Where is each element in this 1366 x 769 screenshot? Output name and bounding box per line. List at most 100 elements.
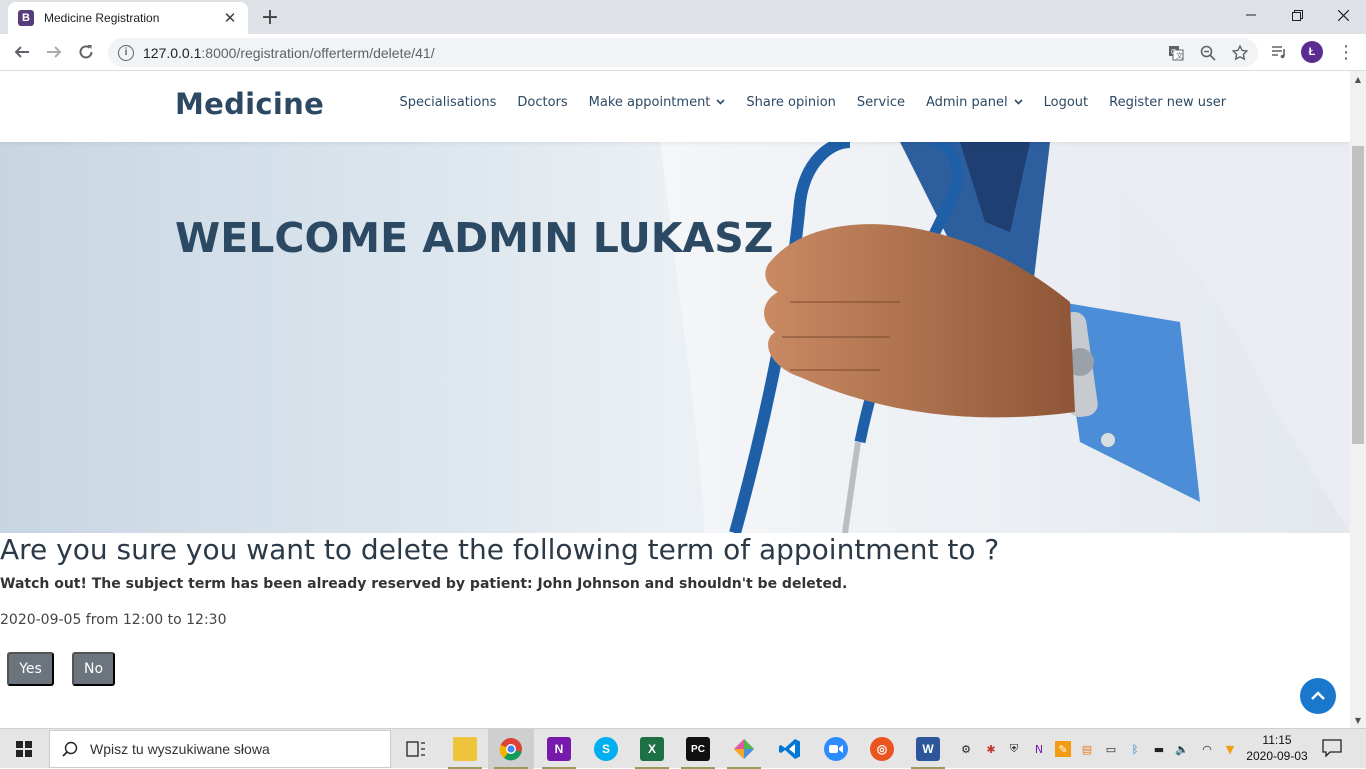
menu-label: Admin panel bbox=[925, 95, 1008, 110]
welcome-heading: WELCOME ADMIN LUKASZ bbox=[175, 214, 774, 262]
menu-logout[interactable]: Logout bbox=[1033, 95, 1099, 110]
bluetooth-icon[interactable]: ᛒ bbox=[1127, 741, 1143, 757]
ubuntu-icon: ◎ bbox=[870, 737, 894, 761]
back-to-top-button[interactable] bbox=[1300, 678, 1336, 714]
page-viewport: Medicine Specialisations Doctors Make ap… bbox=[0, 71, 1350, 728]
taskbar-word[interactable]: W bbox=[905, 729, 951, 769]
taskbar-vscode[interactable] bbox=[767, 729, 813, 769]
new-tab-button[interactable]: + bbox=[258, 5, 282, 30]
zoom-camera-icon bbox=[824, 737, 848, 761]
scrollbar-thumb[interactable] bbox=[1352, 146, 1364, 444]
site-logo[interactable]: Medicine bbox=[175, 87, 324, 121]
forward-button[interactable] bbox=[42, 40, 66, 64]
taskbar-chrome[interactable] bbox=[488, 729, 534, 769]
browser-tabstrip: B Medicine Registration ✕ + bbox=[0, 0, 1366, 34]
browser-tab[interactable]: B Medicine Registration ✕ bbox=[8, 2, 248, 34]
taskbar-zoom[interactable] bbox=[813, 729, 859, 769]
menu-service[interactable]: Service bbox=[846, 95, 915, 110]
yes-button[interactable]: Yes bbox=[7, 652, 54, 686]
taskbar-pycharm[interactable]: PC bbox=[675, 729, 721, 769]
search-icon bbox=[62, 741, 78, 757]
skype-icon: S bbox=[594, 737, 618, 761]
taskbar-clock[interactable]: 11:15 2020-09-03 bbox=[1240, 732, 1314, 764]
menu-specialisations[interactable]: Specialisations bbox=[389, 95, 507, 110]
vscode-icon bbox=[779, 739, 800, 759]
media-controls-button[interactable] bbox=[1267, 40, 1291, 64]
taskbar-skype[interactable]: S bbox=[583, 729, 629, 769]
menu-label: Make appointment bbox=[588, 95, 711, 110]
tray-monitor-icon[interactable]: ▭ bbox=[1103, 741, 1119, 757]
menu-admin-panel[interactable]: Admin panel bbox=[915, 95, 1033, 110]
browser-menu-icon[interactable]: ⋮ bbox=[1336, 40, 1356, 64]
menu-label: Doctors bbox=[517, 95, 568, 110]
taskbar-app-diamond[interactable] bbox=[721, 729, 767, 769]
page-scrollbar[interactable]: ▲ ▼ bbox=[1350, 71, 1366, 728]
profile-avatar[interactable]: Ł bbox=[1301, 41, 1323, 63]
translate-icon[interactable]: G文 bbox=[1167, 44, 1185, 62]
task-view-button[interactable] bbox=[393, 729, 439, 769]
menu-register-new-user[interactable]: Register new user bbox=[1099, 95, 1237, 110]
tray-archive-icon[interactable]: ▤ bbox=[1079, 741, 1095, 757]
close-icon bbox=[1337, 9, 1349, 21]
battery-icon[interactable]: ▬ bbox=[1151, 741, 1167, 757]
url-text: 127.0.0.1:8000/registration/offerterm/de… bbox=[143, 45, 435, 61]
task-view-icon bbox=[406, 741, 425, 757]
menu-label: Service bbox=[856, 95, 905, 110]
diamond-app-icon bbox=[734, 739, 754, 759]
tray-security-icon[interactable]: ⛨ bbox=[1006, 741, 1022, 757]
address-bar[interactable]: i 127.0.0.1:8000/registration/offerterm/… bbox=[108, 38, 1258, 67]
chevron-down-icon bbox=[716, 98, 725, 108]
taskbar-search-box[interactable]: Wpisz tu wyszukiwane słowa bbox=[49, 730, 391, 768]
tray-onenote-icon[interactable]: N bbox=[1031, 741, 1047, 757]
menu-make-appointment[interactable]: Make appointment bbox=[578, 95, 736, 110]
info-icon[interactable]: i bbox=[118, 44, 134, 61]
tab-close-icon[interactable]: ✕ bbox=[222, 9, 238, 27]
taskbar-excel[interactable]: X bbox=[629, 729, 675, 769]
clock-time: 11:15 bbox=[1262, 733, 1292, 747]
arrow-left-icon bbox=[14, 46, 29, 58]
pycharm-icon: PC bbox=[686, 737, 710, 761]
playlist-icon bbox=[1272, 46, 1285, 59]
svg-text:文: 文 bbox=[1176, 51, 1183, 60]
scroll-up-icon[interactable]: ▲ bbox=[1350, 71, 1366, 87]
delete-confirmation-question: Are you sure you want to delete the foll… bbox=[0, 533, 1000, 566]
taskbar-file-explorer[interactable] bbox=[442, 729, 488, 769]
bookmark-star-icon[interactable] bbox=[1231, 44, 1249, 62]
restore-button[interactable] bbox=[1274, 0, 1320, 30]
scroll-down-icon[interactable]: ▼ bbox=[1350, 712, 1366, 728]
doctor-illustration bbox=[660, 142, 1350, 533]
main-menu: Specialisations Doctors Make appointment… bbox=[389, 95, 1237, 110]
menu-label: Register new user bbox=[1109, 95, 1227, 110]
start-button[interactable] bbox=[0, 729, 48, 769]
no-button[interactable]: No bbox=[72, 652, 115, 686]
wifi-icon[interactable]: ◠ bbox=[1199, 741, 1215, 757]
close-window-button[interactable] bbox=[1320, 0, 1366, 30]
back-button[interactable] bbox=[10, 40, 34, 64]
url-path: :8000/registration/offerterm/delete/41/ bbox=[201, 44, 435, 61]
menu-label: Specialisations bbox=[399, 95, 497, 110]
volume-icon[interactable]: 🔈 bbox=[1174, 741, 1190, 757]
bootstrap-favicon-icon: B bbox=[18, 10, 34, 26]
menu-label: Share opinion bbox=[746, 95, 836, 110]
hero-banner: WELCOME ADMIN LUKASZ bbox=[0, 142, 1350, 533]
taskbar-onenote[interactable]: N bbox=[536, 729, 582, 769]
menu-doctors[interactable]: Doctors bbox=[507, 95, 578, 110]
tray-fox-icon[interactable]: ▼ bbox=[1222, 741, 1238, 757]
url-host: 127.0.0.1 bbox=[143, 44, 202, 61]
tray-app-orange-icon[interactable]: ✎ bbox=[1055, 741, 1071, 757]
tray-app-icon[interactable]: ✱ bbox=[983, 741, 999, 757]
reload-button[interactable] bbox=[74, 40, 98, 64]
search-placeholder: Wpisz tu wyszukiwane słowa bbox=[90, 741, 270, 757]
excel-icon: X bbox=[640, 737, 664, 761]
zoom-icon[interactable] bbox=[1199, 44, 1217, 62]
minimize-button[interactable] bbox=[1228, 0, 1274, 30]
windows-logo-icon bbox=[16, 741, 32, 757]
menu-share-opinion[interactable]: Share opinion bbox=[736, 95, 847, 110]
chrome-icon bbox=[499, 738, 522, 761]
reservation-warning: Watch out! The subject term has been alr… bbox=[0, 576, 848, 592]
action-center-button[interactable] bbox=[1322, 739, 1344, 759]
tab-title: Medicine Registration bbox=[44, 11, 160, 25]
taskbar-ubuntu[interactable]: ◎ bbox=[859, 729, 905, 769]
menu-label: Logout bbox=[1043, 95, 1089, 110]
tray-network-share-icon[interactable]: ⚙ bbox=[958, 741, 974, 757]
